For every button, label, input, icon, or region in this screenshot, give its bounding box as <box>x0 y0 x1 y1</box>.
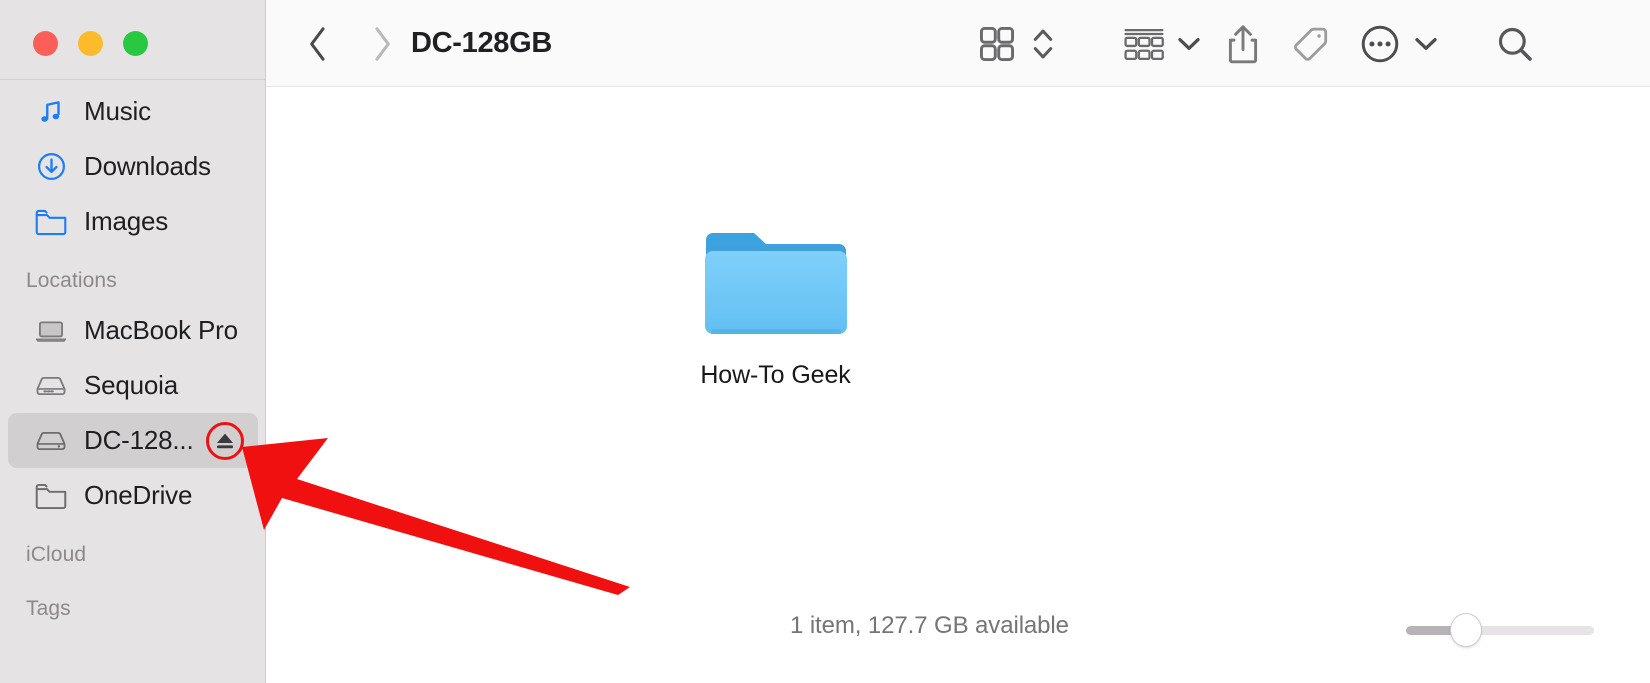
eject-highlight-circle <box>206 421 244 460</box>
sidebar-item-images[interactable]: Images <box>8 194 258 249</box>
chevron-left-icon <box>310 26 325 61</box>
icon-size-slider[interactable] <box>1406 613 1594 647</box>
back-button[interactable] <box>294 0 342 87</box>
share-icon <box>1228 24 1258 63</box>
sidebar-item-label: DC-128... <box>84 425 194 455</box>
ellipsis-circle-icon <box>1361 25 1399 62</box>
maximize-button[interactable] <box>123 31 148 56</box>
search-button[interactable] <box>1488 0 1542 87</box>
view-options-stepper[interactable] <box>1026 0 1060 87</box>
sidebar-section-locations: Locations <box>26 269 117 292</box>
external-drive-icon <box>34 426 68 456</box>
icon-view-button[interactable] <box>972 0 1022 87</box>
chevron-right-icon <box>375 26 390 61</box>
sidebar-item-music[interactable]: Music <box>8 84 258 139</box>
sidebar-item-dc-128gb[interactable]: DC-128... <box>8 413 258 468</box>
status-bar-text: 1 item, 127.7 GB available <box>790 612 1069 639</box>
chevron-down-icon <box>1415 37 1437 50</box>
sidebar-item-label: Music <box>84 96 151 126</box>
sidebar-item-label: MacBook Pro <box>84 315 238 345</box>
search-icon <box>1498 27 1532 61</box>
sidebar-item-sequoia[interactable]: Sequoia <box>8 358 258 413</box>
sidebar-item-onedrive[interactable]: OneDrive <box>8 468 258 523</box>
page-title: DC-128GB <box>411 27 553 59</box>
download-icon <box>34 152 68 182</box>
forward-button[interactable] <box>358 0 406 87</box>
close-button[interactable] <box>33 31 58 56</box>
minimize-button[interactable] <box>78 31 103 56</box>
chevron-down-icon <box>1178 37 1200 50</box>
sidebar: Music Downloads Images Locations MacBook… <box>0 0 266 683</box>
folder-icon <box>34 207 68 237</box>
grid-view-icon <box>979 26 1015 61</box>
group-by-dropdown[interactable] <box>1171 0 1207 87</box>
share-button[interactable] <box>1216 0 1270 87</box>
file-item-how-to-geek[interactable]: How-To Geek <box>668 213 883 390</box>
sidebar-item-label: Downloads <box>84 151 211 181</box>
sidebar-section-tags: Tags <box>26 597 71 620</box>
sidebar-item-label: Images <box>84 206 169 236</box>
sidebar-item-label: Sequoia <box>84 370 179 400</box>
finder-window: Music Downloads Images Locations MacBook… <box>0 0 1650 683</box>
tag-button[interactable] <box>1284 0 1338 87</box>
sidebar-divider <box>0 79 266 80</box>
sidebar-section-icloud: iCloud <box>26 543 87 566</box>
stepper-up-down-icon <box>1033 29 1053 58</box>
sidebar-list: Music Downloads Images Locations MacBook… <box>0 84 266 631</box>
eject-button[interactable] <box>206 421 244 460</box>
more-options-dropdown[interactable] <box>1408 0 1444 87</box>
folder-icon <box>34 481 68 511</box>
sidebar-item-macbook-pro[interactable]: MacBook Pro <box>8 303 258 358</box>
blue-folder-icon <box>701 213 851 343</box>
file-list-area[interactable]: How-To Geek 1 item, 127.7 GB available <box>266 87 1650 683</box>
group-by-icon <box>1124 28 1164 60</box>
slider-knob[interactable] <box>1450 613 1482 647</box>
sidebar-item-downloads[interactable]: Downloads <box>8 139 258 194</box>
toolbar: DC-128GB <box>266 0 1650 87</box>
window-controls <box>33 31 148 56</box>
tag-icon <box>1294 27 1328 61</box>
file-item-label: How-To Geek <box>700 361 851 389</box>
hard-drive-icon <box>34 371 68 401</box>
sidebar-item-label: OneDrive <box>84 480 193 510</box>
group-by-button[interactable] <box>1116 0 1172 87</box>
more-options-button[interactable] <box>1353 0 1407 87</box>
music-note-icon <box>34 97 68 127</box>
laptop-icon <box>34 316 68 346</box>
